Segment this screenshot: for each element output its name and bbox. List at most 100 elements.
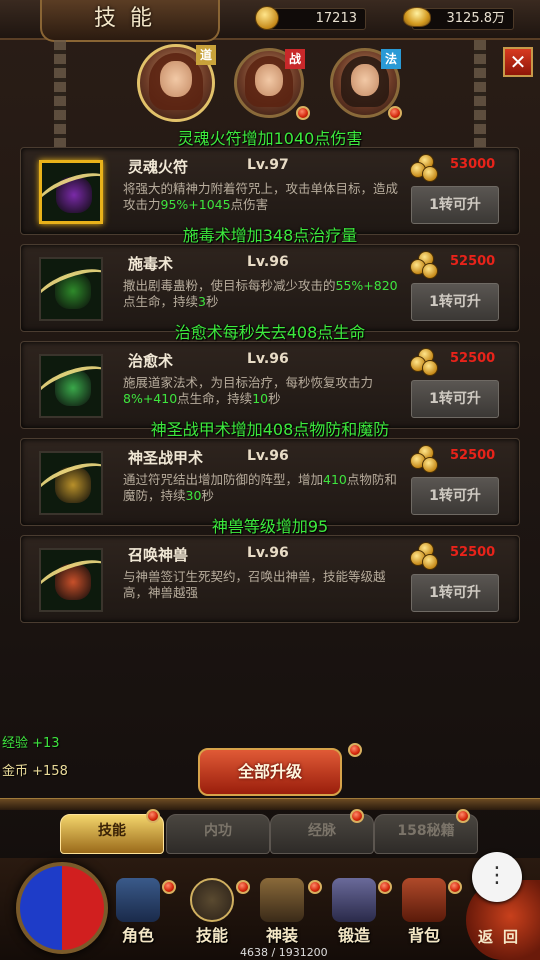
upgrade-button[interactable]: 1转可升 [411, 283, 499, 321]
skill-glow [41, 260, 101, 319]
face [350, 63, 380, 96]
nav-forge[interactable]: 锻造 [322, 874, 386, 954]
skill-level: Lv.96 [247, 448, 289, 464]
ingot-counter: 3125.8万 [403, 7, 514, 30]
upgrade-all-button[interactable]: 全部升级 [198, 748, 342, 796]
nav-label: 技能 [195, 926, 228, 945]
desc-highlight: 10 [252, 391, 269, 406]
skill-description: 撒出剧毒蛊粉，使目标每秒减少攻击的55%+820 点生命，持续3秒 [123, 278, 403, 310]
ingot-amount: 3125.8万 [446, 11, 506, 26]
upgrade-message: 神圣战甲术增加408点物防和魔防 [150, 420, 390, 439]
desc-highlight: 410 [323, 472, 347, 487]
upgrade-button[interactable]: 1转可升 [411, 186, 499, 224]
skill-description: 与神兽签订生死契约，召唤出神兽，技能等级越高，神兽越强 [123, 569, 386, 600]
desc-text: 撒出剧毒蛊粉，使目标每秒减少攻击的 [123, 278, 336, 293]
nav-equipment[interactable]: 神装 [250, 874, 314, 954]
skill-row[interactable]: 召唤神兽 Lv.96 与神兽签订生死契约，召唤出神兽，技能等级越高，神兽越强 5… [20, 535, 520, 623]
holy-armor-icon[interactable] [39, 451, 103, 515]
notification-dot [456, 809, 470, 823]
nav-label: 神装 [265, 926, 298, 945]
notification-dot [388, 106, 402, 120]
desc-text: 秒 [268, 391, 281, 406]
skill-name: 召唤神兽 [128, 546, 189, 564]
desc-text: 点伤害 [230, 197, 269, 212]
notification-dot [146, 809, 160, 823]
skill-level: Lv.96 [247, 545, 289, 561]
page-title: 技能 [93, 6, 166, 31]
close-button[interactable]: ✕ [503, 47, 533, 77]
desc-text: 施展道家法术，为目标治疗，每秒恢复攻击力 [123, 375, 374, 390]
upgrade-button[interactable]: 1转可升 [411, 574, 499, 612]
notification-dot [350, 809, 364, 823]
notification-dot [162, 880, 176, 894]
ingot-icon [403, 7, 431, 27]
nav-label: 角色 [121, 926, 154, 945]
upgrade-cost: 53000 [450, 157, 496, 172]
divider [0, 798, 540, 810]
upgrade-cost: 52500 [450, 448, 496, 463]
coin-stack-icon [408, 251, 442, 281]
character-portrait-1[interactable]: 道 [137, 44, 216, 122]
upgrade-button[interactable]: 1转可升 [411, 380, 499, 418]
skill-name: 施毒术 [128, 255, 174, 273]
nav-bag[interactable]: 背包 [392, 874, 456, 954]
skill-description: 施展道家法术，为目标治疗，每秒恢复攻击力8%+410点生命，持续10秒 [123, 375, 403, 407]
tab-inner-power[interactable]: 内功 [166, 814, 270, 854]
desc-highlight: 55%+820 [335, 278, 398, 293]
face [254, 63, 284, 96]
skill-level: Lv.97 [247, 157, 289, 173]
title-plate: 技能 [40, 0, 220, 42]
skill-screen: 技能 17213 3125.8万 道 战 法 ✕ 灵魂火符 Lv.97 将强大的… [0, 0, 540, 960]
character-portrait-2[interactable]: 战 [234, 48, 305, 118]
upgrade-button[interactable]: 1转可升 [411, 477, 499, 515]
desc-highlight: 95%+1045 [160, 197, 231, 212]
nav-skills[interactable]: 技能 [180, 874, 244, 954]
notification-dot [236, 880, 250, 894]
healing-icon[interactable] [39, 354, 103, 418]
upgrade-cost: 52500 [450, 254, 496, 269]
class-tag: 道 [196, 45, 216, 65]
upgrade-message: 施毒术增加348点治疗量 [182, 226, 358, 245]
more-options-button[interactable]: ⋮ [472, 852, 522, 902]
desc-highlight: 3 [198, 294, 206, 309]
skill-glow [41, 551, 101, 610]
coin-stack-icon [408, 542, 442, 572]
skill-description: 将强大的精神力附着符咒上，攻击单体目标，造成攻击力95%+1045点伤害 [123, 181, 403, 213]
upgrade-cost: 52500 [450, 545, 496, 560]
skill-level: Lv.96 [247, 254, 289, 270]
back-label: 返回 [478, 928, 529, 946]
desc-text: 通过符咒结出增加防御的阵型，增加 [123, 472, 324, 487]
anvil-icon [332, 878, 376, 922]
exp-progress: 4638 / 1931200 [240, 946, 328, 959]
desc-text: 秒 [205, 294, 219, 309]
poison-icon[interactable] [39, 257, 103, 321]
summon-beast-icon[interactable] [39, 548, 103, 612]
upgrade-message: 治愈术每秒失去408点生命 [174, 323, 366, 342]
nav-label: 锻造 [337, 926, 370, 945]
nav-character[interactable]: 角色 [106, 874, 170, 954]
face [160, 61, 192, 98]
skill-glow [41, 357, 101, 416]
desc-text: 点生命，持续 [177, 391, 253, 406]
desc-text: 点生命，持续 [123, 294, 199, 309]
bag-icon [402, 878, 446, 922]
gold-amount: 17213 [315, 11, 357, 26]
exp-gain-log: 经验 +13 [2, 736, 60, 751]
upgrade-cost: 52500 [450, 351, 496, 366]
soul-fire-talisman-icon[interactable] [39, 160, 103, 224]
taiji-emblem-icon[interactable] [16, 862, 108, 954]
notification-dot [308, 880, 322, 894]
skill-name: 灵魂火符 [128, 158, 189, 176]
skill-glow [42, 164, 100, 221]
desc-highlight: 30 [185, 488, 202, 503]
skill-name: 神圣战甲术 [128, 449, 204, 467]
upgrade-message: 神兽等级增加95 [211, 517, 329, 536]
desc-text: 秒 [201, 488, 214, 503]
notification-dot [448, 880, 462, 894]
skill-book-icon [190, 878, 234, 922]
desc-highlight: 8%+410 [123, 391, 178, 406]
notification-dot [348, 743, 362, 757]
helmet-icon [116, 878, 160, 922]
coin-icon [255, 6, 279, 30]
class-tag: 战 [285, 49, 305, 69]
